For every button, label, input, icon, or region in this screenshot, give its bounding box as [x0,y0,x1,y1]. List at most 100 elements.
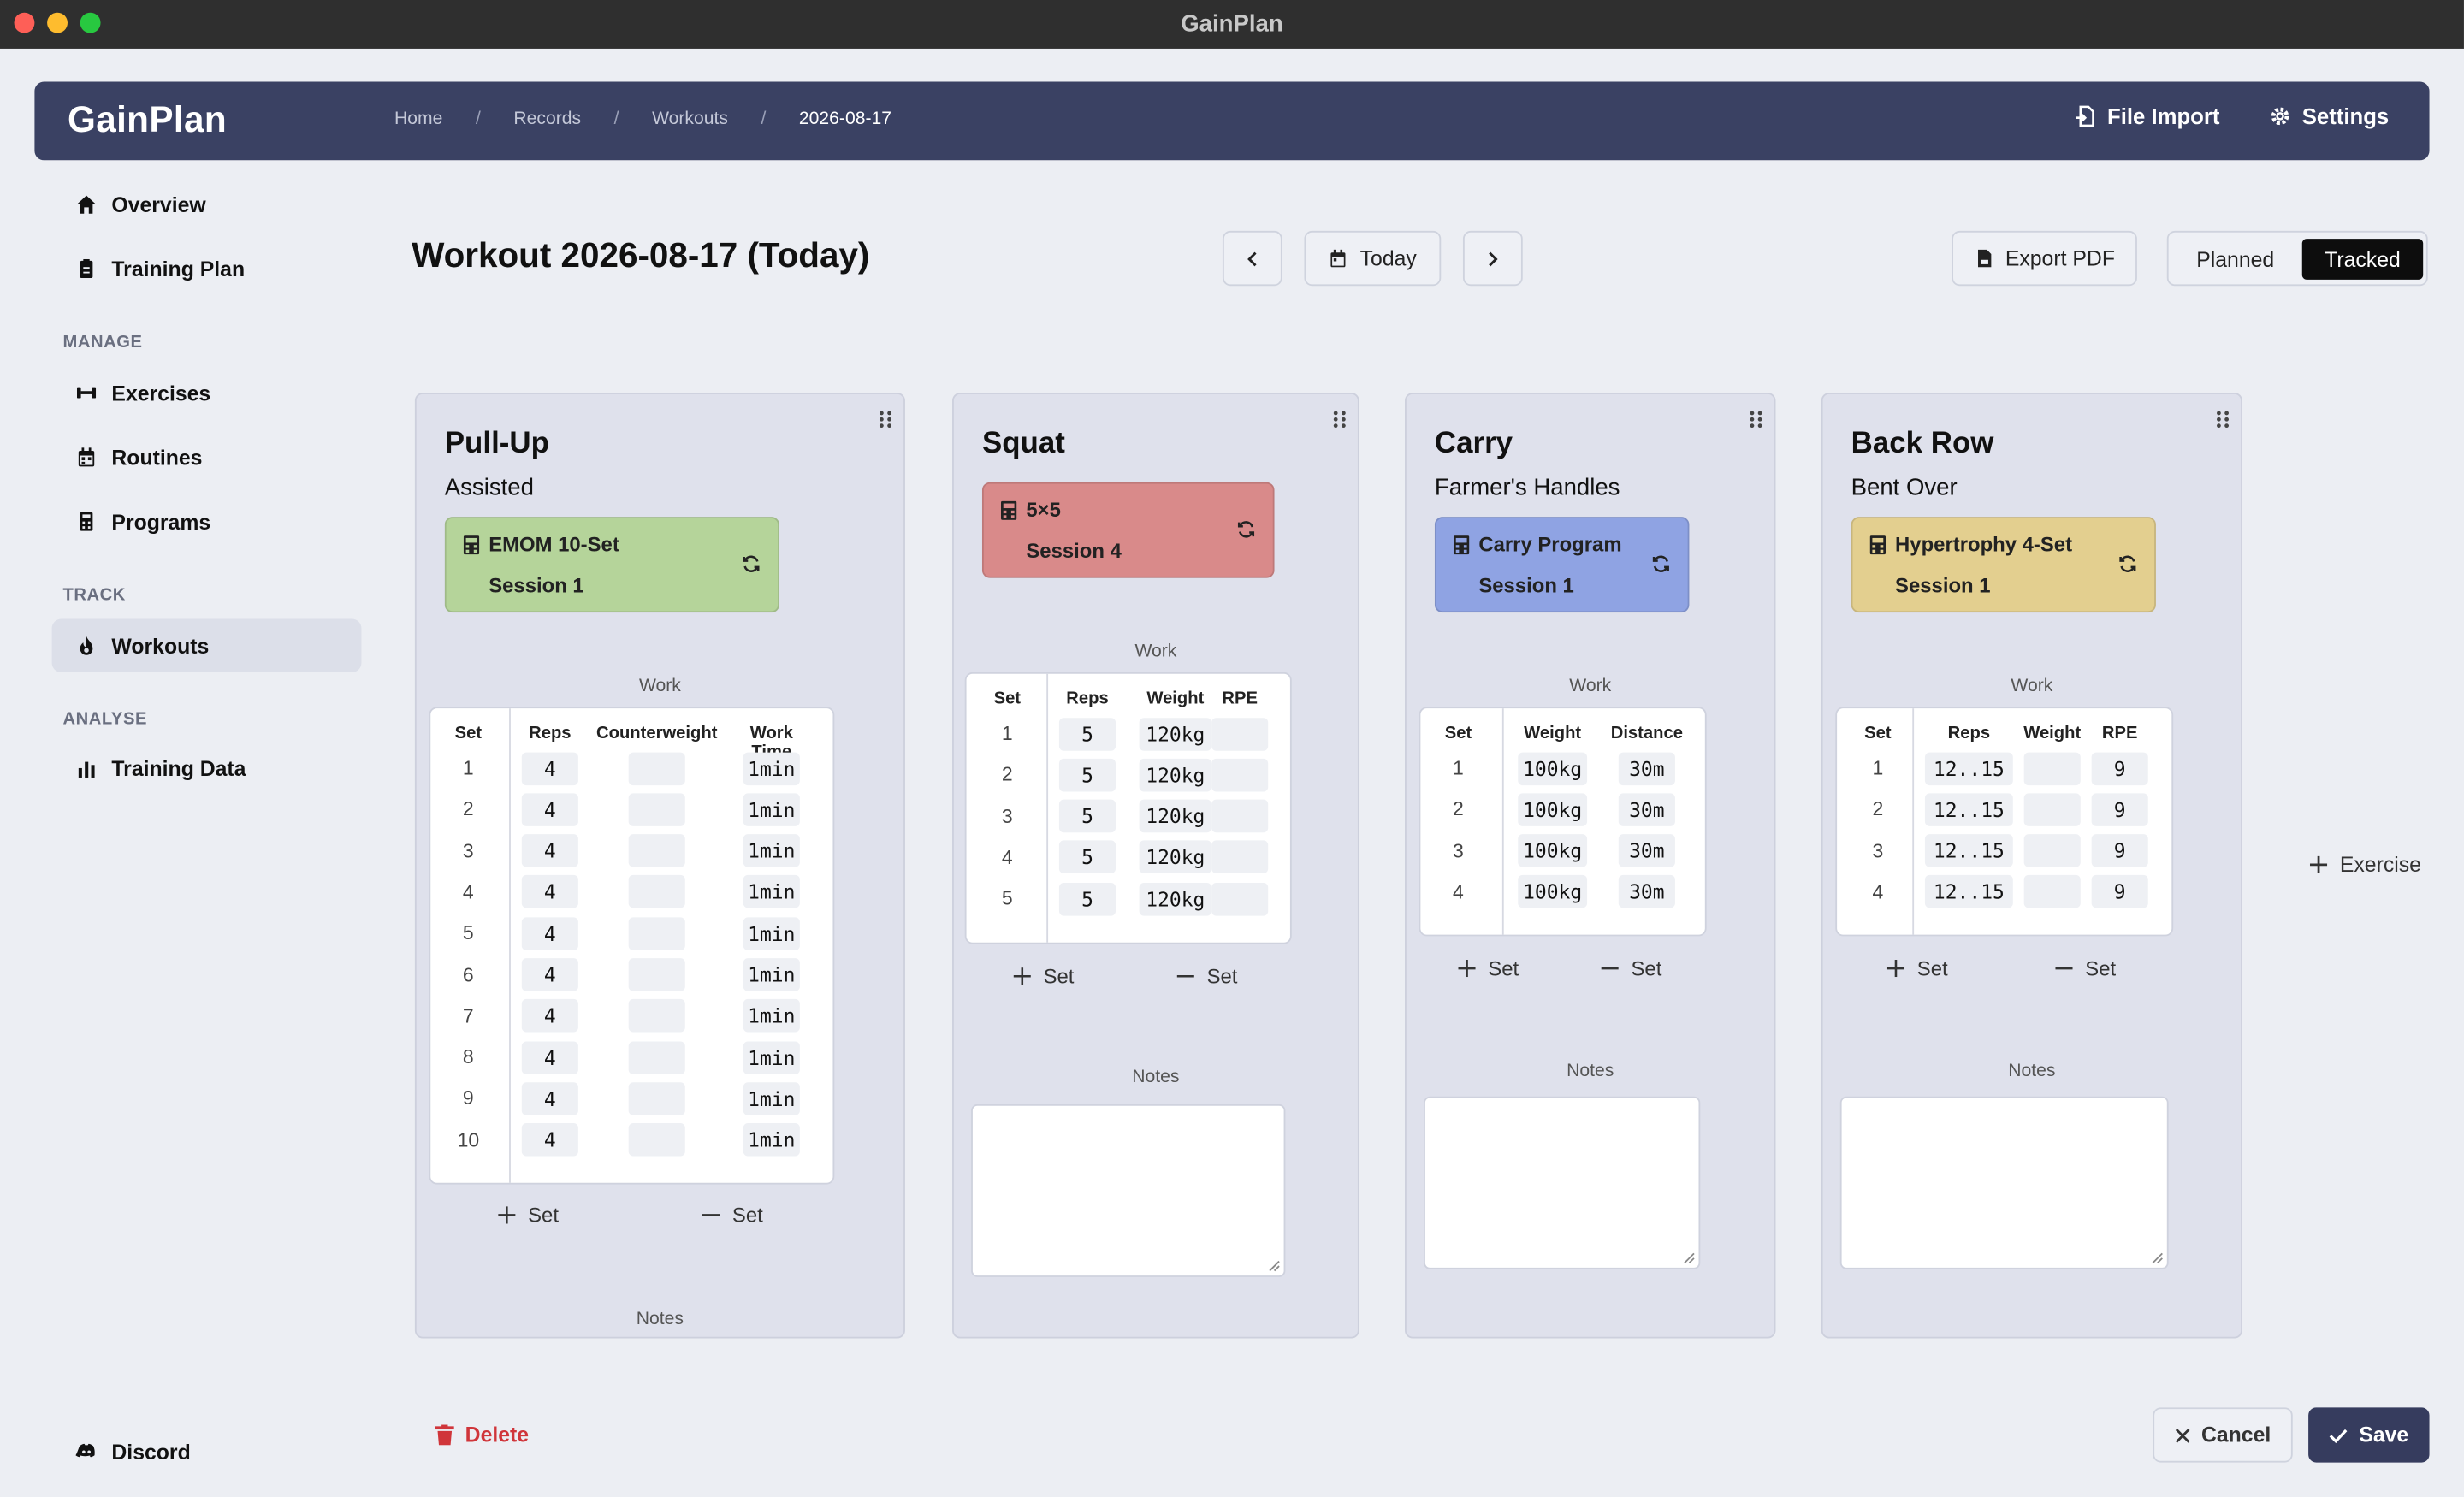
set-value-input[interactable] [628,1082,685,1115]
file-import-button[interactable]: File Import [2074,104,2219,129]
set-value-input[interactable]: 100kg [1518,792,1588,826]
set-value-input[interactable]: 5 [1058,717,1116,750]
set-value-input[interactable]: 1min [743,792,800,826]
drag-handle-icon[interactable] [1749,410,1764,429]
set-value-input[interactable]: 4 [521,916,578,950]
remove-set-button[interactable]: Set [702,1204,763,1227]
set-value-input[interactable]: 12..15 [1924,751,2013,785]
refresh-icon[interactable] [2118,554,2137,573]
set-value-input[interactable] [628,834,685,867]
refresh-icon[interactable] [1651,554,1670,573]
set-value-input[interactable]: 30m [1618,792,1675,826]
set-value-input[interactable]: 120kg [1139,799,1212,833]
remove-set-button[interactable]: Set [1601,956,1661,980]
set-value-input[interactable] [1211,882,1269,915]
set-value-input[interactable]: 1min [743,1082,800,1115]
set-value-input[interactable]: 4 [521,1082,578,1115]
set-value-input[interactable]: 12..15 [1924,834,2013,867]
set-value-input[interactable] [628,916,685,950]
planned-toggle[interactable]: Planned [2175,239,2295,280]
set-value-input[interactable]: 1min [743,958,800,991]
set-value-input[interactable]: 30m [1618,751,1675,785]
drag-handle-icon[interactable] [1333,410,1348,429]
set-value-input[interactable]: 5 [1058,758,1116,792]
set-value-input[interactable]: 1min [743,875,800,909]
sidebar-item-training-plan[interactable]: Training Plan [52,242,362,295]
sidebar-item-exercises[interactable]: Exercises [52,366,362,419]
set-value-input[interactable]: 120kg [1139,758,1212,792]
cancel-button[interactable]: Cancel [2153,1407,2293,1463]
refresh-icon[interactable] [742,554,761,573]
set-value-input[interactable] [628,875,685,909]
set-value-input[interactable] [1211,758,1269,792]
sidebar-item-routines[interactable]: Routines [52,430,362,483]
set-value-input[interactable] [628,958,685,991]
set-value-input[interactable] [1211,799,1269,833]
breadcrumb-records[interactable]: Records [513,110,581,129]
set-value-input[interactable]: 1min [743,1040,800,1074]
resize-handle-icon[interactable] [1683,1252,1696,1265]
set-value-input[interactable]: 4 [521,1123,578,1157]
set-value-input[interactable]: 4 [521,1040,578,1074]
set-value-input[interactable]: 30m [1618,834,1675,867]
program-badge[interactable]: EMOM 10-Set Session 1 [444,517,780,613]
previous-day-button[interactable] [1222,230,1282,287]
sidebar-item-training-data[interactable]: Training Data [52,742,362,795]
delete-button[interactable]: Delete [435,1423,529,1447]
set-value-input[interactable]: 9 [2091,751,2148,785]
drag-handle-icon[interactable] [879,410,894,429]
add-set-button[interactable]: Set [1458,956,1519,980]
set-value-input[interactable]: 12..15 [1924,875,2013,909]
sidebar-item-discord[interactable]: Discord [52,1425,362,1478]
notes-textarea[interactable] [971,1104,1286,1277]
set-value-input[interactable] [2023,792,2081,826]
add-set-button[interactable]: Set [1886,956,1948,980]
add-set-button[interactable]: Set [498,1204,559,1227]
set-value-input[interactable]: 120kg [1139,841,1212,874]
breadcrumb-workouts[interactable]: Workouts [652,110,728,129]
today-button[interactable]: Today [1304,230,1442,287]
set-value-input[interactable]: 1min [743,751,800,785]
set-value-input[interactable]: 100kg [1518,875,1588,909]
program-badge[interactable]: 5×5 Session 4 [981,482,1275,578]
zoom-window-button[interactable] [80,12,101,33]
set-value-input[interactable] [628,1123,685,1157]
set-value-input[interactable]: 4 [521,999,578,1033]
set-value-input[interactable]: 5 [1058,799,1116,833]
breadcrumb-home[interactable]: Home [394,110,442,129]
save-button[interactable]: Save [2308,1407,2430,1463]
remove-set-button[interactable]: Set [1176,964,1237,988]
set-value-input[interactable]: 1min [743,916,800,950]
resize-handle-icon[interactable] [2151,1252,2164,1265]
sidebar-item-workouts[interactable]: Workouts [51,618,362,672]
set-value-input[interactable]: 9 [2091,792,2148,826]
set-value-input[interactable] [1211,841,1269,874]
resize-handle-icon[interactable] [1268,1260,1281,1273]
app-logo[interactable]: GainPlan [68,99,227,142]
remove-set-button[interactable]: Set [2055,956,2116,980]
set-value-input[interactable]: 1min [743,834,800,867]
set-value-input[interactable] [628,1040,685,1074]
add-exercise-button[interactable]: Exercise [2309,853,2421,877]
set-value-input[interactable] [2023,751,2081,785]
sidebar-item-overview[interactable]: Overview [52,178,362,231]
set-value-input[interactable]: 1min [743,1123,800,1157]
set-value-input[interactable] [2023,875,2081,909]
sidebar-item-programs[interactable]: Programs [52,494,362,547]
set-value-input[interactable] [1211,717,1269,750]
notes-textarea[interactable] [1424,1096,1701,1269]
settings-button[interactable]: Settings [2269,104,2389,129]
set-value-input[interactable] [628,751,685,785]
set-value-input[interactable]: 5 [1058,882,1116,915]
minimize-window-button[interactable] [47,12,68,33]
refresh-icon[interactable] [1236,520,1255,539]
set-value-input[interactable]: 100kg [1518,834,1588,867]
set-value-input[interactable]: 4 [521,958,578,991]
set-value-input[interactable] [2023,834,2081,867]
set-value-input[interactable]: 12..15 [1924,792,2013,826]
add-set-button[interactable]: Set [1013,964,1074,988]
set-value-input[interactable]: 120kg [1139,717,1212,750]
set-value-input[interactable]: 100kg [1518,751,1588,785]
set-value-input[interactable] [628,792,685,826]
set-value-input[interactable]: 4 [521,751,578,785]
